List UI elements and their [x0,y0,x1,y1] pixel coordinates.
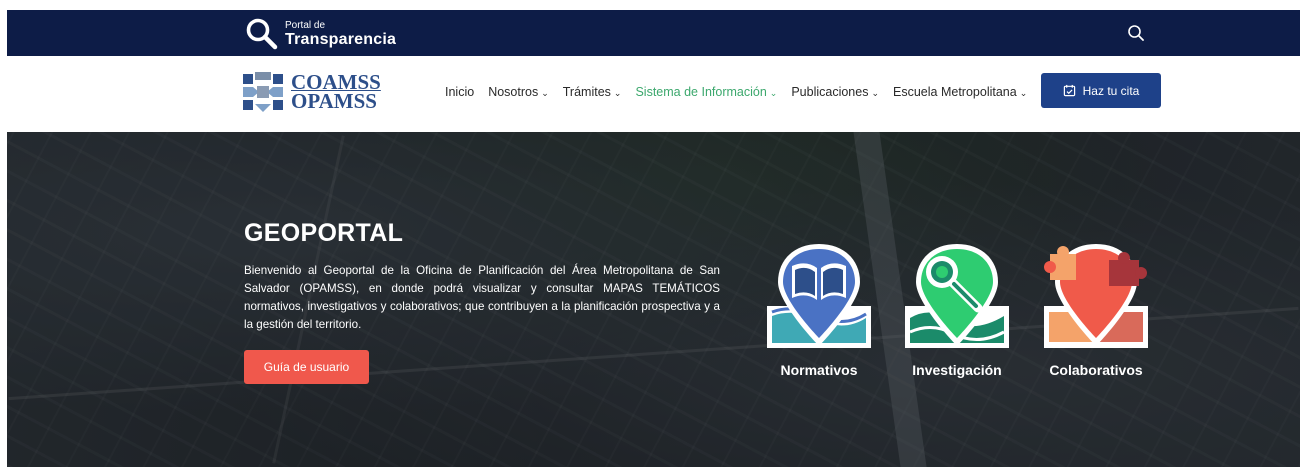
main-menu: Inicio Nosotros ⌄ Trámites ⌄ Sistema de In… [445,85,1041,99]
nav-item-label: Publicaciones [791,85,869,99]
hero-content: GEOPORTAL Bienvenido al Geoportal de la … [7,132,1300,467]
nav-item-inicio[interactable]: Inicio [445,85,474,99]
nav-item-publicaciones[interactable]: Publicaciones ⌄ [791,85,879,99]
chevron-down-icon: ⌄ [1019,87,1028,98]
portal-big-label: Transparencia [285,30,397,48]
chevron-down-icon: ⌄ [769,87,778,98]
top-bar: Portal de Transparencia [7,10,1300,56]
appointment-button-label: Haz tu cita [1082,83,1140,98]
search-icon[interactable] [1126,23,1146,43]
nav-item-label: Escuela Metropolitana [893,85,1017,99]
page-title: GEOPORTAL [244,219,404,247]
logo-line-2: OPAMSS [291,89,377,113]
nav-item-label: Sistema de Información [635,85,767,99]
nav-item-escuela-metropolitana[interactable]: Escuela Metropolitana ⌄ [893,85,1027,99]
magnifier-map-icon [905,244,1009,348]
chevron-down-icon: ⌄ [613,87,622,98]
book-map-icon [767,244,871,348]
theme-label: Colaborativos [1049,362,1143,378]
nav-item-sistema-de-informacion[interactable]: Sistema de Información ⌄ [635,85,777,99]
user-guide-button-label: Guía de usuario [263,360,350,374]
chevron-down-icon: ⌄ [871,87,880,98]
nav-item-tramites[interactable]: Trámites ⌄ [563,85,622,99]
theme-label: Investigación [912,362,1002,378]
calendar-check-icon [1063,84,1075,97]
logo-text: COAMSS OPAMSS [291,72,381,113]
hero-banner: GEOPORTAL Bienvenido al Geoportal de la … [7,132,1300,467]
portal-small-label: Portal de [285,19,326,31]
nav-item-label: Trámites [562,85,611,99]
transparency-portal-link[interactable]: Portal de Transparencia [245,16,396,52]
chevron-down-icon: ⌄ [541,87,549,98]
nav-item-label: Nosotros [488,85,539,99]
theme-colaborativos[interactable]: Colaborativos [1036,242,1156,378]
theme-normativos[interactable]: Normativos [759,242,879,378]
search-icon [246,18,278,50]
appointment-button[interactable]: Haz tu cita [1041,73,1161,108]
logo-mark-icon [243,72,283,112]
site-logo[interactable]: COAMSS OPAMSS [241,70,381,114]
puzzle-map-icon [1044,244,1148,348]
transparency-portal-text: Portal de Transparencia [285,19,397,48]
nav-item-label: Inicio [445,85,475,99]
hero-description: Bienvenido al Geoportal de la Oficina de… [244,264,720,331]
nav-item-nosotros[interactable]: Nosotros ⌄ [488,85,549,99]
theme-label: Normativos [780,362,858,378]
main-navbar: COAMSS OPAMSS Inicio Nosotros ⌄ Trámites ⌄… [7,56,1300,132]
theme-investigacion[interactable]: Investigación [897,242,1017,378]
user-guide-button[interactable]: Guía de usuario [244,350,369,384]
